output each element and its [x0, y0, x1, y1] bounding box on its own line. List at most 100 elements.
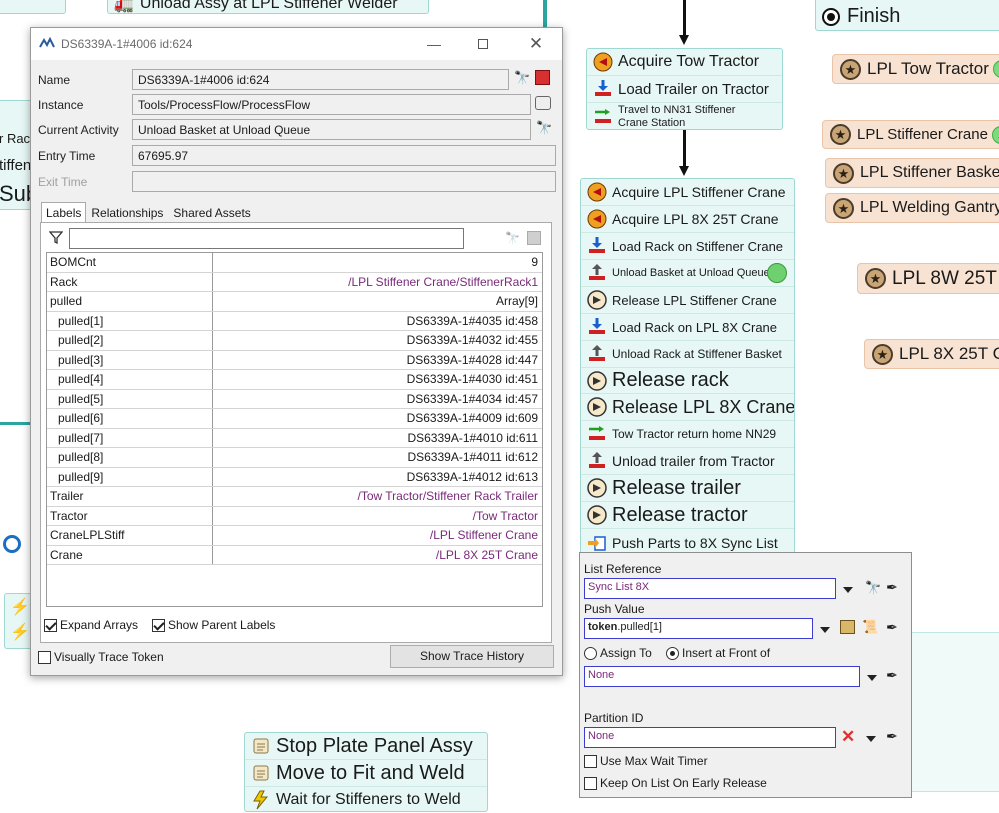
flow-activity[interactable]: Tow Tractor return home NN29 [581, 421, 794, 448]
flow-activity[interactable]: Stop Plate Panel Assy [245, 733, 487, 760]
expand-arrays-checkbox[interactable] [44, 619, 57, 633]
resource-node[interactable]: ★ LPL 8X 25T C [864, 339, 999, 369]
max-wait-option[interactable]: Use Max Wait Timer [584, 754, 708, 769]
expand-arrays-option[interactable]: Expand Arrays [44, 618, 138, 633]
label-row[interactable]: pulled[7] DS6339A-1#4010 id:611 [47, 428, 542, 448]
finish-activity[interactable]: Finish [815, 0, 999, 31]
push-value-field[interactable]: token.pulled[1] [584, 618, 813, 639]
flow-activity[interactable]: Release tractor [581, 502, 794, 529]
find-binoculars-icon[interactable]: 🔭 [505, 231, 520, 245]
flow-activity[interactable]: Load Trailer on Tractor [587, 76, 782, 103]
flow-activity[interactable]: Acquire LPL Stiffener Crane [581, 179, 794, 206]
sampler-eyedropper-icon[interactable]: ✒ [886, 728, 898, 745]
resource-node[interactable]: ★ LPL Tow Tractor2 [832, 54, 999, 84]
list-reference-field[interactable]: Sync List 8X [584, 578, 836, 599]
visually-trace-checkbox[interactable] [38, 651, 51, 665]
resource-node[interactable]: ★ LPL 8W 25T [857, 263, 999, 294]
flow-activity[interactable]: Wait for Stiffeners to Weld [245, 786, 487, 813]
find-binoculars-icon[interactable]: 🔭 [865, 580, 881, 596]
dropdown-arrow-icon[interactable] [867, 675, 877, 681]
label-row[interactable]: CraneLPLStiff/LPL Stiffener Crane [47, 526, 542, 546]
find-binoculars-icon[interactable]: 🔭 [514, 70, 530, 86]
crane-process-block[interactable]: Acquire LPL Stiffener Crane Acquire LPL 8… [580, 178, 795, 555]
flow-activity[interactable]: Unload Rack at Stiffener Basket [581, 341, 794, 368]
dropdown-arrow-icon[interactable] [820, 627, 830, 633]
label-row[interactable]: pulled[1] DS6339A-1#4035 id:458 [47, 311, 542, 331]
sampler-eyedropper-icon[interactable]: ✒ [886, 579, 898, 596]
labels-table[interactable]: BOMCnt 9 Rack/LPL Stiffener Crane/Stiffene… [46, 252, 543, 607]
resource-node[interactable]: ★ LPL Welding Gantry [825, 193, 999, 223]
plate-panel-block[interactable]: Stop Plate Panel Assy Move to Fit and Wel… [244, 732, 488, 812]
label-row[interactable]: pulled[5] DS6339A-1#4034 id:457 [47, 389, 542, 409]
close-icon[interactable]: ✕ [525, 34, 547, 54]
label-row[interactable]: Tractor/Tow Tractor [47, 506, 542, 526]
label-row[interactable]: pulled Array[9] [47, 292, 542, 312]
resource-star-icon: ★ [830, 124, 851, 145]
token-trace-window[interactable]: DS6339A-1#4006 id:624 — ✕ Name DS6339A-1… [30, 27, 563, 676]
label-row[interactable]: pulled[3] DS6339A-1#4028 id:447 [47, 350, 542, 370]
flow-activity[interactable]: Travel to NN31 Stiffener Crane Station [587, 103, 782, 131]
label-row[interactable]: pulled[9] DS6339A-1#4012 id:613 [47, 467, 542, 487]
filter-input[interactable] [69, 228, 464, 249]
visually-trace-option[interactable]: Visually Trace Token [38, 650, 164, 665]
label-row[interactable]: Rack/LPL Stiffener Crane/StiffenerRack1 [47, 272, 542, 292]
show-parent-labels-checkbox[interactable] [152, 619, 165, 633]
assign-to-radio[interactable] [584, 647, 597, 661]
label-row[interactable]: Trailer/Tow Tractor/Stiffener Rack Trail… [47, 487, 542, 507]
tow-tractor-block[interactable]: Acquire Tow Tractor Load Trailer on Trac… [586, 48, 783, 130]
label-row[interactable]: Crane/LPL 8X 25T Crane [47, 545, 542, 565]
insert-front-field[interactable]: None [584, 666, 860, 687]
name-field[interactable]: DS6339A-1#4006 id:624 [132, 69, 509, 90]
flow-activity[interactable]: Acquire Tow Tractor [587, 49, 782, 76]
flow-activity[interactable]: Unload Basket at Unload Queue [581, 260, 794, 287]
sampler-eyedropper-icon[interactable]: ✒ [886, 667, 898, 684]
unload-assy-activity[interactable]: 🚛 Unload Assy at LPL Stiffener Welder [107, 0, 429, 14]
show-trace-history-button[interactable]: Show Trace History [390, 645, 554, 668]
resource-node[interactable]: ★ LPL Stiffener Crane1 [822, 120, 999, 149]
flow-activity[interactable]: Release LPL 8X Crane [581, 394, 794, 421]
partition-id-field[interactable]: None [584, 727, 836, 748]
tab-relationships[interactable]: Relationships [86, 202, 168, 224]
token-indicator[interactable] [767, 263, 787, 283]
max-wait-checkbox[interactable] [584, 755, 597, 769]
script-scroll-icon[interactable]: 📜 [862, 619, 878, 635]
clear-x-icon[interactable]: ✕ [841, 727, 855, 747]
minimize-icon[interactable]: — [423, 34, 445, 54]
label-row[interactable]: pulled[4] DS6339A-1#4030 id:451 [47, 370, 542, 390]
resource-node[interactable]: ★ LPL Stiffener Basket [825, 158, 999, 188]
keep-on-list-option[interactable]: Keep On List On Early Release [584, 776, 767, 791]
flow-activity[interactable]: Release LPL Stiffener Crane [581, 287, 794, 314]
label-row[interactable]: pulled[2] DS6339A-1#4032 id:455 [47, 331, 542, 351]
instance-field[interactable]: Tools/ProcessFlow/ProcessFlow [132, 94, 531, 115]
flow-activity[interactable]: Load Rack on LPL 8X Crane [581, 314, 794, 341]
flow-activity[interactable]: Release trailer [581, 475, 794, 502]
flow-activity[interactable]: Load Rack on Stiffener Crane [581, 233, 794, 260]
tab-shared-assets[interactable]: Shared Assets [168, 202, 255, 224]
label-row[interactable]: pulled[8] DS6339A-1#4011 id:612 [47, 448, 542, 468]
dropdown-arrow-icon[interactable] [843, 587, 853, 593]
current-activity-field[interactable]: Unload Basket at Unload Queue [132, 119, 531, 140]
insert-front-radio[interactable] [666, 647, 679, 661]
flow-activity[interactable]: Acquire LPL 8X 25T Crane [581, 206, 794, 233]
sampler-eyedropper-icon[interactable]: ✒ [886, 619, 898, 636]
dropdown-arrow-icon[interactable] [866, 736, 876, 742]
object-cube-icon[interactable] [535, 70, 550, 85]
assign-to-option[interactable]: Assign To [584, 646, 652, 661]
exit-time-label: Exit Time [38, 175, 88, 189]
find-binoculars-icon[interactable]: 🔭 [536, 120, 552, 136]
object-cube-icon[interactable] [527, 231, 541, 245]
flow-activity[interactable]: Release rack [581, 368, 794, 394]
maximize-icon[interactable] [472, 34, 494, 54]
keep-on-list-checkbox[interactable] [584, 777, 597, 791]
flow-activity[interactable]: Move to Fit and Weld [245, 760, 487, 787]
label-row[interactable]: BOMCnt 9 [47, 253, 542, 273]
instance-link-icon[interactable] [535, 96, 551, 110]
label-row[interactable]: pulled[6] DS6339A-1#4009 id:609 [47, 409, 542, 429]
flow-activity[interactable]: Unload trailer from Tractor [581, 448, 794, 475]
insert-front-option[interactable]: Insert at Front of [666, 646, 770, 661]
tab-labels[interactable]: Labels [41, 202, 87, 224]
code-template-icon[interactable] [840, 620, 855, 634]
entry-time-field[interactable]: 67695.97 [132, 145, 556, 166]
show-parent-option[interactable]: Show Parent Labels [152, 618, 275, 633]
push-to-list-properties[interactable]: List Reference Sync List 8X 🔭 ✒ Push Val… [579, 552, 912, 798]
